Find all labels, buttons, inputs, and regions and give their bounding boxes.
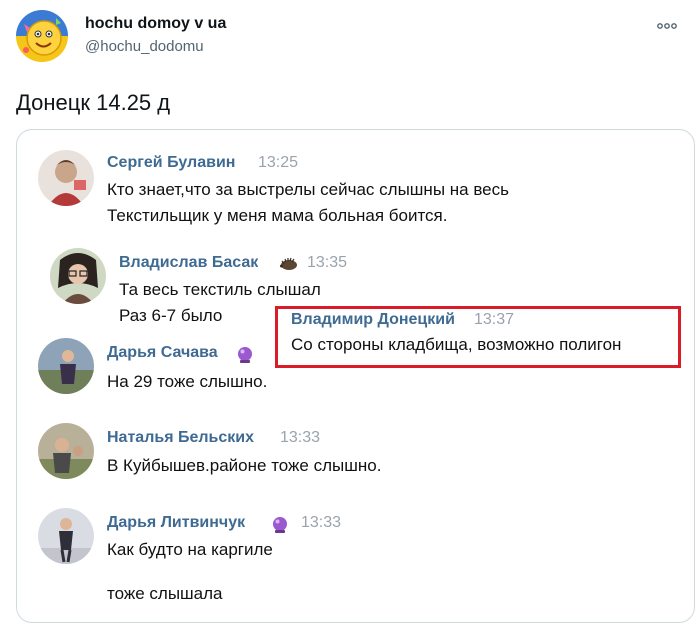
message-time: 13:33 <box>301 514 342 531</box>
message-time: 13:37 <box>474 311 515 328</box>
message-sender-name[interactable]: Сергей Булавин <box>107 154 235 172</box>
avatar <box>50 248 106 304</box>
message-text-line: Раз 6-7 было <box>119 306 223 325</box>
chat-message: Дарья Литвинчук 13:33 Как будто на карги… <box>17 500 694 622</box>
author-display-name[interactable]: hochu domoy v ua <box>85 15 226 33</box>
more-options-button[interactable] <box>655 18 679 34</box>
message-text-line: Как будто на каргиле <box>107 540 273 559</box>
avatar <box>38 150 94 206</box>
message-sender-name[interactable]: Наталья Бельских <box>107 429 254 447</box>
message-text-line: Текстильщик у меня мама больная боится. <box>107 206 448 225</box>
message-sender-name[interactable]: Дарья Сачава <box>107 344 218 362</box>
tweet-media-image[interactable]: Сергей Булавин 13:25 Кто знает,что за вы… <box>16 129 695 623</box>
tweet-text: Донецк 14.25 д <box>16 90 171 115</box>
message-text-line: На 29 тоже слышно. <box>107 372 268 391</box>
avatar <box>38 423 94 479</box>
avatar <box>38 508 94 564</box>
message-sender-name[interactable]: Владислав Басак <box>119 254 258 272</box>
hedgehog-icon <box>278 256 297 274</box>
emoji-avatar-icon <box>16 10 68 62</box>
message-time: 13:35 <box>307 254 348 271</box>
tweet-header: hochu domoy v ua @hochu_dodomu <box>16 10 683 66</box>
message-time: 13:33 <box>280 429 321 446</box>
crystal-ball-icon <box>236 346 254 364</box>
message-text-line: тоже слышала <box>107 584 223 603</box>
crystal-ball-icon <box>271 516 289 534</box>
more-dots-icon <box>657 23 677 29</box>
chat-message: Дарья Сачава На 29 тоже слышно. <box>17 330 694 410</box>
author-avatar[interactable] <box>16 10 68 62</box>
author-handle[interactable]: @hochu_dodomu <box>85 38 204 55</box>
message-sender-name[interactable]: Дарья Литвинчук <box>107 514 245 532</box>
message-time: 13:25 <box>258 154 299 171</box>
chat-message: Наталья Бельских 13:33 В Куйбышев.районе… <box>17 415 694 500</box>
avatar <box>38 338 94 394</box>
message-sender-name[interactable]: Владимир Донецкий <box>291 311 455 329</box>
message-text-line: В Куйбышев.районе тоже слышно. <box>107 456 382 475</box>
message-text-line: Та весь текстиль слышал <box>119 280 321 299</box>
message-text-line: Кто знает,что за выстрелы сейчас слышны … <box>107 180 509 199</box>
chat-message: Сергей Булавин 13:25 Кто знает,что за вы… <box>17 130 694 240</box>
